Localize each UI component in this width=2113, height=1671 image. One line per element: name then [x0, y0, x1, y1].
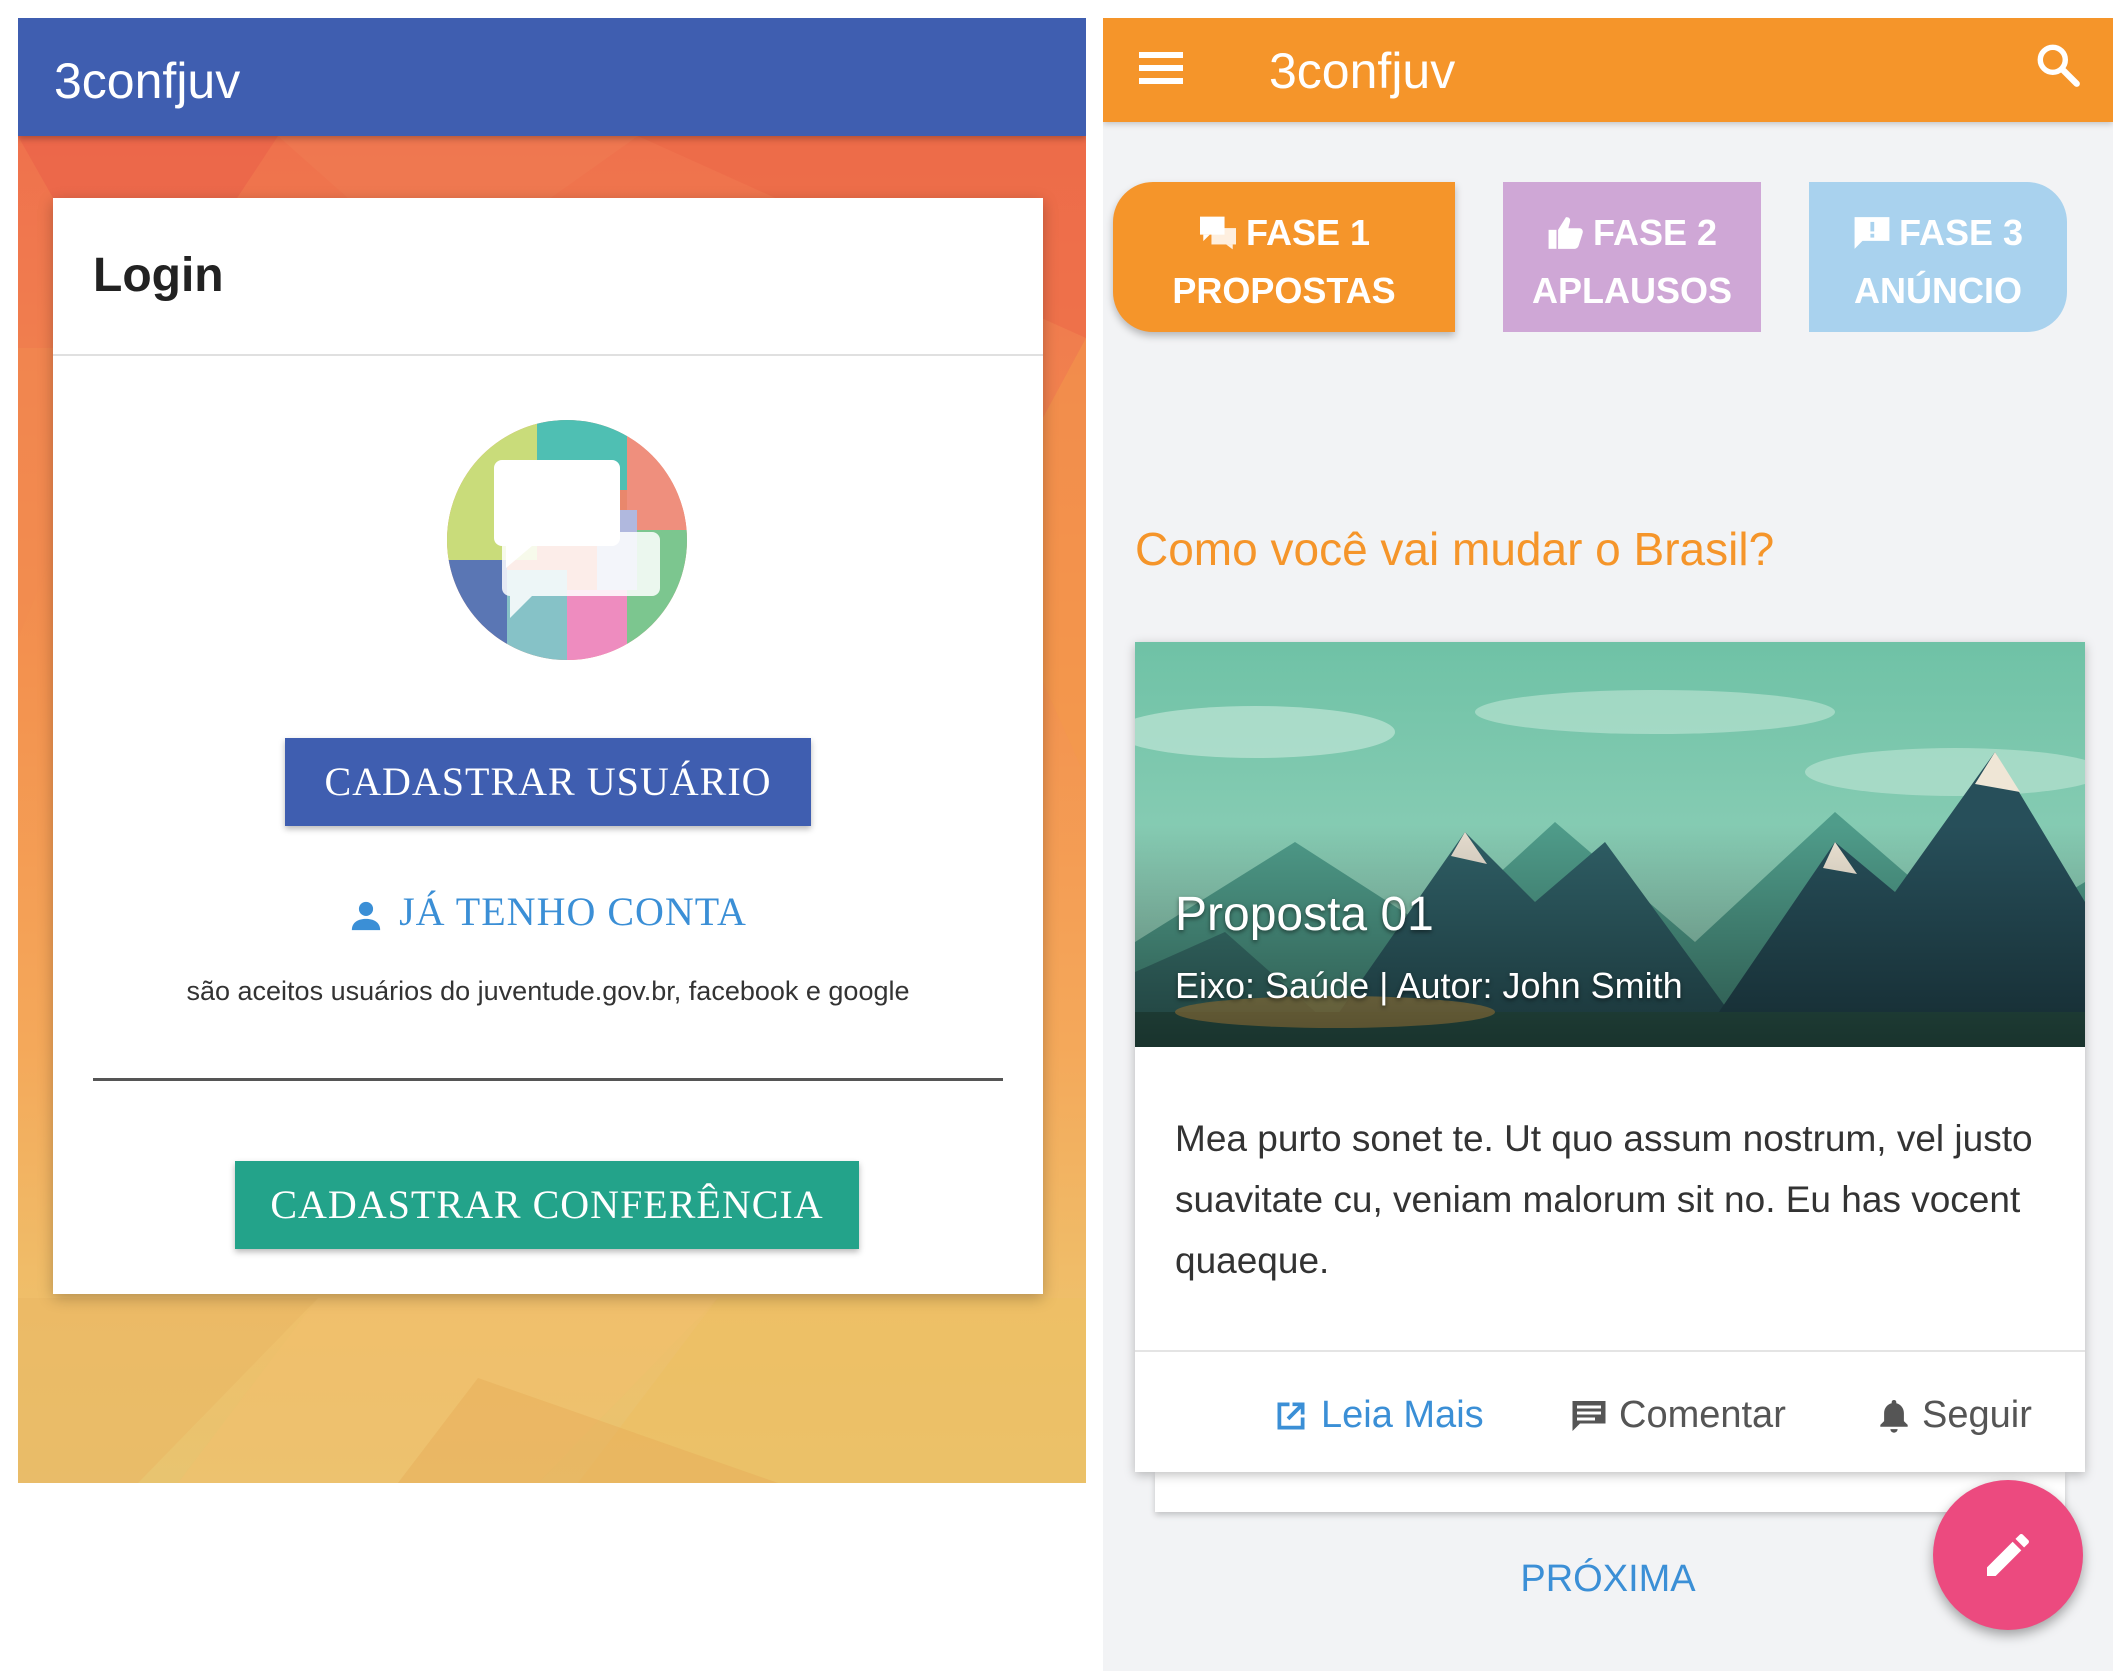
have-account-link[interactable]: JÁ TENHO CONTA — [53, 888, 1043, 935]
proposal-subtitle: Eixo: Saúde | Autor: John Smith — [1175, 965, 1683, 1006]
phase-1-button[interactable]: FASE 1 PROPOSTAS — [1113, 182, 1455, 332]
login-card-title: Login — [93, 249, 224, 302]
app-title: 3confjuv — [1269, 43, 1456, 99]
phase-2-line2: APLAUSOS — [1531, 270, 1733, 311]
read-more-button[interactable]: Leia Mais — [1273, 1394, 1484, 1437]
pencil-icon — [1987, 1534, 2029, 1576]
menu-icon[interactable] — [1139, 48, 1183, 88]
comment-label: Comentar — [1619, 1394, 1786, 1436]
login-appbar: 3confjuv — [18, 18, 1086, 136]
divider — [93, 1078, 1003, 1081]
login-screen: 3confjuv Login CADASTRAR USUÁRIO JÁ TENH… — [18, 18, 1086, 1483]
phase-1-line1: FASE 1 — [1245, 212, 1371, 253]
follow-button[interactable]: Seguir — [1878, 1394, 2032, 1437]
announcement-icon — [1854, 217, 1890, 249]
register-conference-button[interactable]: CADASTRAR CONFERÊNCIA — [235, 1161, 859, 1249]
phase-3-button[interactable]: FASE 3 ANÚNCIO — [1809, 182, 2067, 332]
section-question: Como você vai mudar o Brasil? — [1135, 523, 1775, 575]
phase-2-line1: FASE 2 — [1592, 212, 1718, 253]
chat-icon — [1199, 216, 1236, 250]
comment-button[interactable]: Comentar — [1571, 1394, 1786, 1437]
phase-3-line2: ANÚNCIO — [1854, 270, 2022, 311]
register-user-button[interactable]: CADASTRAR USUÁRIO — [285, 738, 811, 826]
proposal-card: Proposta 01 Eixo: Saúde | Autor: John Sm… — [1135, 642, 2085, 1472]
app-title: 3confjuv — [54, 53, 241, 109]
accepted-accounts-note: são aceitos usuários do juventude.gov.br… — [186, 976, 910, 1006]
divider — [53, 354, 1043, 356]
proposal-title: Proposta 01 — [1175, 888, 1434, 941]
comment-icon — [1572, 1400, 1606, 1431]
read-more-label: Leia Mais — [1321, 1394, 1484, 1436]
divider — [1135, 1350, 2085, 1352]
proposal-body: Mea purto sonet te. Ut quo assum nostrum… — [1175, 1118, 2033, 1281]
stacked-card-edge — [1155, 1472, 2065, 1512]
login-card: Login CADASTRAR USUÁRIO JÁ TENHO CONTA s… — [53, 198, 1043, 1294]
bell-icon — [1880, 1399, 1908, 1433]
person-icon — [351, 901, 381, 930]
create-proposal-fab[interactable] — [1933, 1480, 2083, 1630]
phase-3-line1: FASE 3 — [1898, 212, 2024, 253]
feed-screen: 3confjuv FASE 1 PROPOSTAS FASE 2 APLAUSO… — [1103, 18, 2113, 1671]
follow-label: Seguir — [1922, 1394, 2032, 1436]
search-icon[interactable] — [2033, 40, 2083, 90]
phase-2-button[interactable]: FASE 2 APLAUSOS — [1503, 182, 1761, 332]
app-logo-icon — [447, 420, 687, 660]
open-in-new-icon — [1277, 1402, 1305, 1429]
thumbs-up-icon — [1548, 217, 1583, 249]
feed-appbar: 3confjuv — [1103, 18, 2113, 122]
phase-1-line2: PROPOSTAS — [1172, 270, 1396, 311]
have-account-label: JÁ TENHO CONTA — [399, 889, 747, 934]
